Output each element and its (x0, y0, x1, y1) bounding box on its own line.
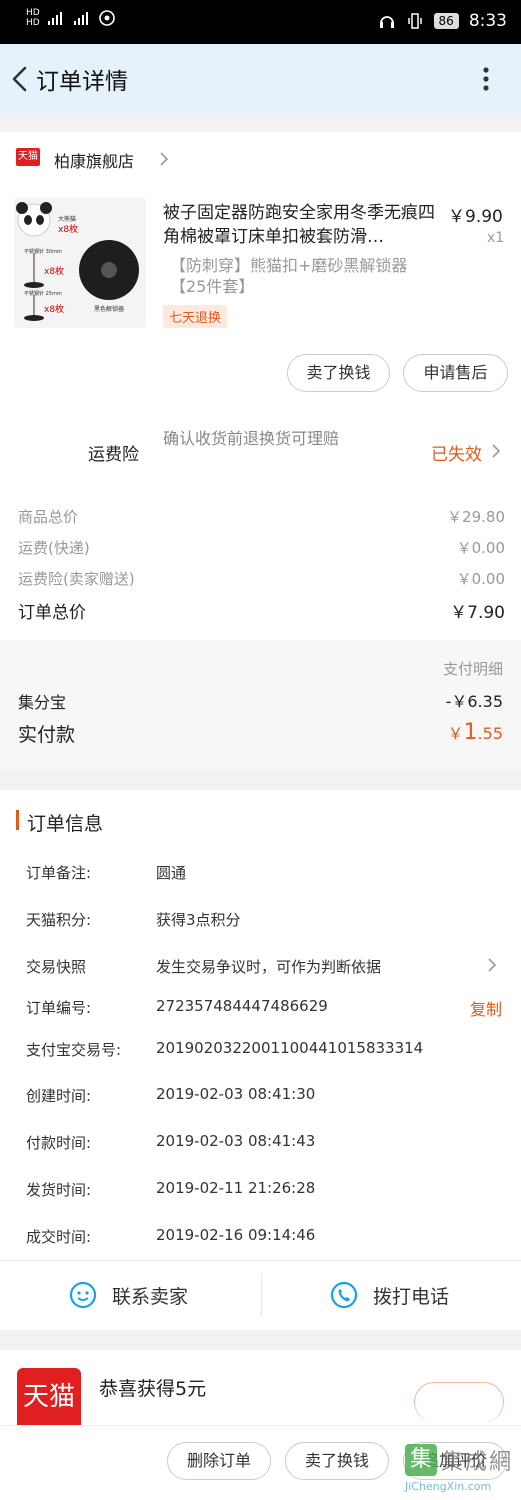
insurance-fee-value: ￥0.00 (456, 570, 505, 588)
contact-divider (261, 1274, 262, 1316)
info-label: 交易快照 (26, 958, 87, 976)
back-icon[interactable] (8, 64, 30, 94)
phone-icon (330, 1281, 358, 1309)
sell-button[interactable]: 卖了换钱 (287, 354, 390, 392)
product-image[interactable]: 大熊猫 x8枚 不锈钢针 30mm x8枚 不锈钢针 25mm x8枚 黑色解锁… (14, 198, 146, 328)
insurance-fee-label: 运费险(卖家赠送) (18, 570, 135, 588)
image-label-pin30: 不锈钢针 30mm (24, 249, 62, 255)
paid-label: 实付款 (18, 724, 76, 746)
hotspot-icon (98, 10, 115, 26)
info-label: 订单备注: (26, 864, 92, 882)
paid-currency: ￥ (447, 724, 464, 743)
signal-icon-2 (73, 12, 88, 25)
goods-total-label: 商品总价 (18, 508, 79, 526)
shipping-value: ￥0.00 (456, 539, 505, 557)
product-title[interactable]: 被子固定器防跑安全家用冬季无痕四角棉被罩订床单扣被套防滑… (163, 201, 443, 249)
info-label: 付款时间: (26, 1134, 92, 1152)
section-accent-bar (16, 810, 19, 830)
goods-total-row: 商品总价 ￥29.80 (18, 506, 505, 527)
insurance-fee-row: 运费险(卖家赠送) ￥0.00 (18, 568, 505, 589)
chevron-right-icon[interactable] (486, 956, 498, 974)
watermark: 集 集成網 JiChengXin.com (405, 1440, 521, 1500)
call-phone-label: 拨打电话 (373, 1285, 450, 1308)
payment-detail-link[interactable]: 支付明细 (443, 658, 503, 679)
jifenbao-label: 集分宝 (18, 693, 67, 712)
signal-icon (47, 12, 62, 25)
watermark-sub: JiChengXin.com (405, 1480, 492, 1493)
chat-smile-icon (69, 1281, 97, 1309)
promo-text: 恭喜获得5元 (99, 1378, 207, 1400)
info-value: 2019-02-16 09:14:46 (156, 1226, 316, 1244)
order-total-value: ￥7.90 (450, 603, 505, 623)
chevron-right-icon[interactable] (158, 150, 170, 168)
info-value: 发生交易争议时，可作为判断依据 (156, 958, 382, 976)
image-label-pin25-count: x8枚 (44, 305, 65, 315)
paid-amount: ￥1.55 (448, 720, 503, 745)
shipping-insurance-status[interactable]: 已失效 (431, 440, 482, 465)
paid-int: 1 (463, 720, 478, 745)
status-right: 86 8:33 (378, 11, 507, 31)
status-bar: HD HD 86 8:33 (0, 0, 521, 44)
order-total-label: 订单总价 (18, 603, 86, 623)
shipping-insurance-desc: 确认收货前退换货可理赔 (163, 429, 340, 448)
battery-level: 86 (433, 13, 459, 29)
return-badge: 七天退换 (163, 305, 228, 328)
clock: 8:33 (468, 11, 507, 31)
chevron-right-icon[interactable] (490, 442, 502, 460)
shipping-row: 运费(快递) ￥0.00 (18, 537, 505, 558)
delete-order-button[interactable]: 删除订单 (167, 1442, 271, 1480)
order-total-row: 订单总价 ￥7.90 (18, 598, 505, 623)
promo-action-button[interactable] (414, 1382, 504, 1422)
info-label: 支付宝交易号: (26, 1041, 122, 1059)
shipping-insurance-label: 运费险 (88, 445, 139, 465)
shipping-label: 运费(快递) (18, 539, 90, 557)
sku-line-2: 【25件套】 (170, 277, 255, 296)
product-quantity: x1 (487, 230, 505, 246)
info-value: 获得3点积分 (156, 911, 241, 929)
after-sale-button[interactable]: 申请售后 (403, 354, 508, 392)
info-value: 2019-02-11 21:26:28 (156, 1179, 316, 1197)
image-label-pin30-count: x8枚 (44, 267, 65, 277)
info-label: 订单编号: (26, 999, 92, 1017)
goods-total-value: ￥29.80 (447, 508, 505, 526)
product-sku: 【防刺穿】熊猫扣+磨砂黑解锁器 【25件套】 (170, 255, 440, 297)
info-label: 发货时间: (26, 1181, 92, 1199)
paid-dec: .55 (477, 724, 503, 743)
image-label-panda-count: x8枚 (58, 225, 79, 235)
contact-seller-label: 联系卖家 (112, 1285, 189, 1308)
watermark-text: 集成網 (441, 1450, 514, 1475)
info-value: 2019020322001100441015833314 (156, 1039, 424, 1057)
page-title: 订单详情 (36, 69, 128, 95)
order-info-title: 订单信息 (27, 813, 104, 835)
tmall-logo: 天猫 (16, 148, 40, 166)
info-value: 2019-02-03 08:41:30 (156, 1085, 316, 1103)
shop-name[interactable]: 柏康旗舰店 (54, 148, 134, 172)
info-label: 成交时间: (26, 1228, 92, 1246)
signal-indicators: HD HD (26, 8, 116, 28)
tmall-promo-logo: 天猫 (17, 1368, 81, 1425)
info-label: 创建时间: (26, 1087, 92, 1105)
info-value: 272357484447486629 (156, 997, 328, 1015)
image-label-pin25: 不锈钢针 25mm (24, 291, 62, 297)
vibrate-icon (407, 13, 422, 29)
info-value: 圆通 (156, 864, 187, 882)
watermark-logo: 集 (405, 1444, 437, 1476)
headphones-icon (379, 16, 394, 28)
copy-button[interactable]: 复制 (470, 996, 502, 1020)
product-price: ￥9.90 (448, 207, 503, 227)
footer-sell-button[interactable]: 卖了换钱 (285, 1442, 389, 1480)
payment-section: 支付明细 集分宝 -￥6.35 实付款 ￥1.55 (0, 640, 521, 770)
more-menu-icon[interactable] (474, 64, 498, 94)
jifenbao-value: -￥6.35 (445, 692, 503, 711)
sku-line-1: 【防刺穿】熊猫扣+磨砂黑解锁器 (170, 256, 408, 275)
product-thumbnail-graphic (14, 198, 146, 328)
info-value: 2019-02-03 08:41:43 (156, 1132, 316, 1150)
image-label-unlocker: 黑色解锁器 (94, 306, 125, 313)
call-phone-button[interactable]: 拨打电话 (329, 1280, 449, 1310)
info-label: 天猫积分: (26, 911, 92, 929)
contact-seller-button[interactable]: 联系卖家 (68, 1280, 188, 1310)
